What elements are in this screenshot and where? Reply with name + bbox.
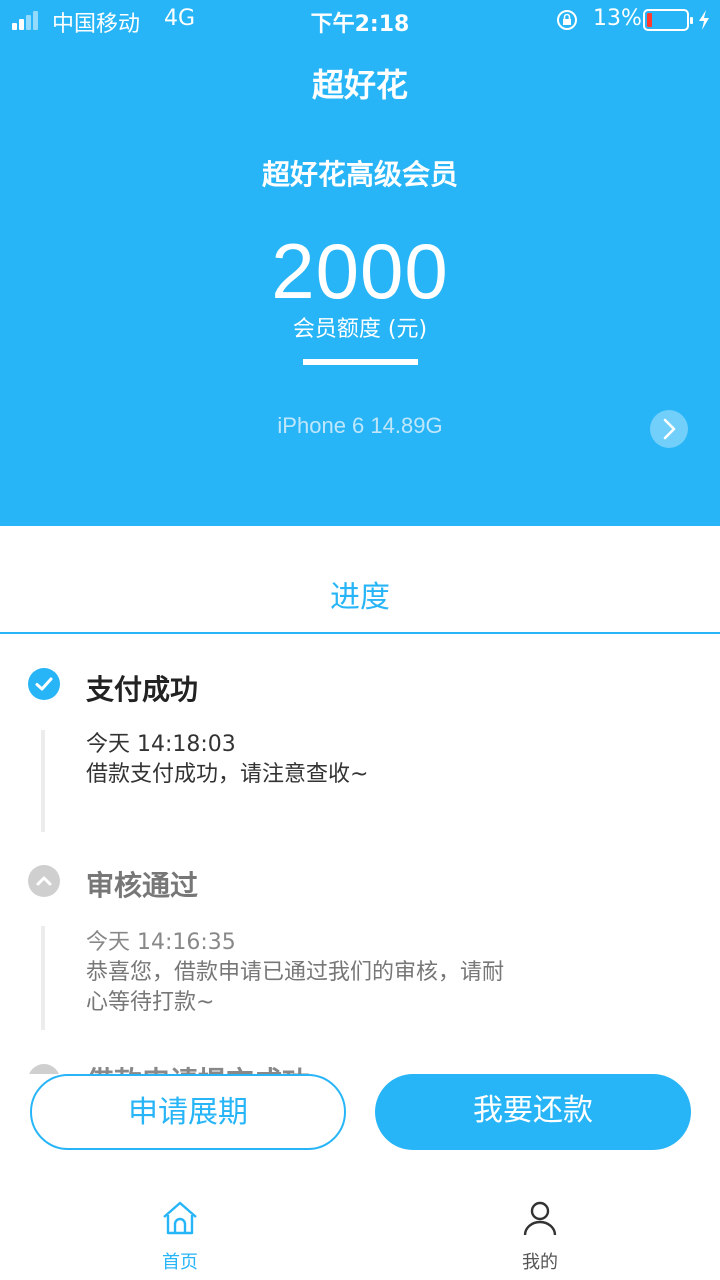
repay-button[interactable]: 我要还款	[375, 1074, 691, 1150]
tab-mine[interactable]: 我的	[480, 1198, 600, 1274]
step-description: 借款支付成功，请注意查收~	[86, 762, 369, 787]
step-time: 今天 14:16:35	[86, 930, 236, 955]
tab-mine-label: 我的	[522, 1252, 558, 1273]
header-panel: 中国移动 4G 下午2:18 13% 超好花 超好花高级会员 2000 会员额度…	[0, 0, 720, 526]
step-description-line: 心等待打款~	[86, 990, 215, 1015]
chevron-right-icon[interactable]	[650, 410, 688, 448]
user-icon	[523, 1201, 557, 1236]
extend-loan-button[interactable]: 申请展期	[30, 1074, 346, 1150]
step-connector	[41, 730, 45, 832]
battery-level-fill	[647, 13, 652, 27]
step-title: 审核通过	[86, 869, 199, 902]
home-icon	[163, 1201, 197, 1235]
chevron-up-icon	[28, 865, 60, 897]
tab-home-label: 首页	[162, 1252, 198, 1273]
step-connector	[41, 926, 45, 1030]
status-bar: 中国移动 4G 下午2:18 13%	[0, 0, 720, 40]
tab-home[interactable]: 首页	[120, 1198, 240, 1274]
chevron-up-icon	[28, 1064, 60, 1074]
step-partial: 借款申请提交成功	[0, 1052, 720, 1074]
credit-amount: 2000	[271, 227, 449, 315]
rotation-lock-icon	[557, 10, 577, 30]
step-time: 今天 14:18:03	[86, 732, 236, 757]
charging-bolt-icon	[699, 10, 709, 30]
credit-amount-label: 会员额度 (元)	[292, 317, 428, 342]
step-description: 恭喜您，借款申请已通过我们的审核，请耐 心等待打款~	[86, 958, 546, 1018]
progress-underline	[0, 632, 720, 634]
battery-percent: 13%	[593, 6, 642, 31]
member-level: 超好花高级会员	[261, 158, 458, 191]
check-icon	[28, 668, 60, 700]
app-title: 超好花	[311, 66, 408, 104]
battery-icon	[643, 9, 693, 31]
amount-underline	[303, 359, 418, 365]
device-info: iPhone 6 14.89G	[277, 413, 443, 438]
step-description-line: 恭喜您，借款申请已通过我们的审核，请耐	[86, 960, 505, 985]
step-title: 借款申请提交成功	[86, 1060, 310, 1074]
step-title: 支付成功	[86, 673, 199, 706]
progress-tab-title: 进度	[330, 580, 390, 615]
